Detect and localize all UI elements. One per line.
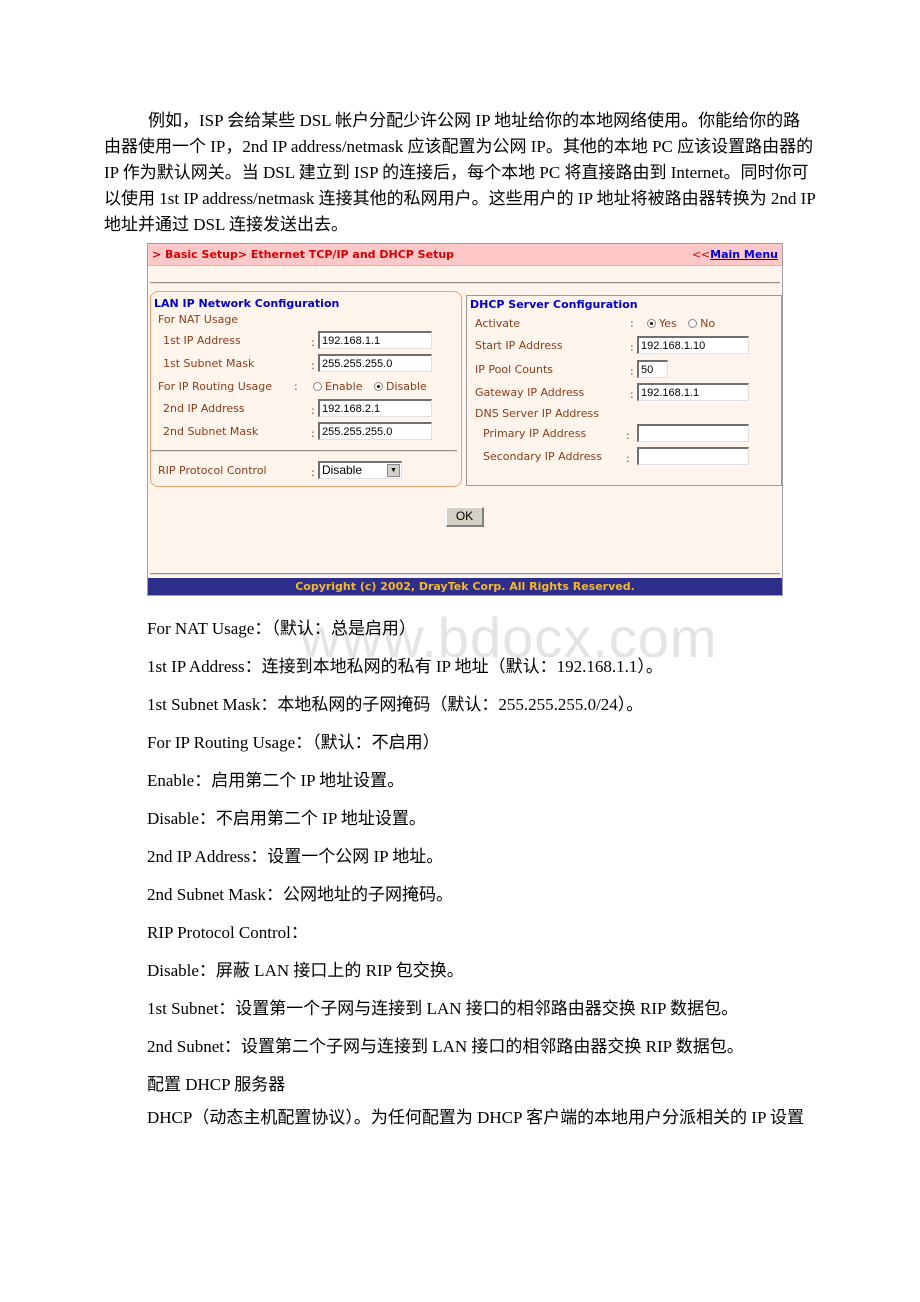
desc-rip-subnet2: 2nd Subnet：设置第二个子网与连接到 LAN 接口的相邻路由器交换 RI… [147, 1037, 744, 1056]
divider [150, 573, 780, 575]
copyright-footer: Copyright (c) 2002, DrayTek Corp. All Ri… [148, 578, 782, 595]
router-setup-panel: > Basic Setup> Ethernet TCP/IP and DHCP … [147, 243, 783, 596]
dns-label: DNS Server IP Address [475, 407, 599, 420]
routing-disable-radio[interactable] [373, 381, 383, 391]
dhcp-config-section: DHCP Server Configuration Activate : Yes… [466, 295, 782, 486]
rip-label: RIP Protocol Control [158, 464, 267, 477]
colon: : [630, 317, 634, 330]
breadcrumb: > Basic Setup> Ethernet TCP/IP and DHCP … [152, 248, 455, 261]
colon: : [626, 429, 630, 442]
colon: : [311, 359, 315, 372]
activate-yes-label: Yes [659, 317, 677, 330]
closing-paragraph: DHCP（动态主机配置协议）。为任何配置为 DHCP 客户端的本地用户分派相关的… [147, 1108, 805, 1127]
mask2-label: 2nd Subnet Mask [163, 425, 259, 438]
colon: : [626, 452, 630, 465]
primary-dns-label: Primary IP Address [483, 427, 587, 440]
colon: : [630, 341, 634, 354]
pool-count-input[interactable]: 50 [637, 360, 668, 378]
intro-paragraph: 例如，ISP 会给某些 DSL 帐户分配少许公网 IP 地址给你的本地网络使用。… [104, 111, 816, 234]
main-menu-link[interactable]: Main Menu [710, 248, 778, 261]
start-ip-label: Start IP Address [475, 339, 563, 352]
nat-usage-label: For NAT Usage [158, 313, 239, 326]
main-menu-nav: <<Main Menu [692, 248, 778, 261]
rip-select[interactable]: Disable ▼ [318, 461, 402, 479]
activate-radio-group: Yes No [647, 317, 715, 330]
primary-dns-input[interactable] [637, 424, 749, 442]
desc-rip-subnet1: 1st Subnet：设置第一个子网与连接到 LAN 接口的相邻路由器交换 RI… [147, 999, 739, 1018]
colon: : [311, 466, 315, 479]
colon: : [630, 388, 634, 401]
back-arrows-icon: << [691, 248, 711, 261]
routing-enable-label: Enable [325, 380, 363, 393]
lan-section-title: LAN IP Network Configuration [154, 297, 340, 310]
secondary-dns-input[interactable] [637, 447, 749, 465]
desc-nat-usage: For NAT Usage：（默认：总是启用） [147, 619, 416, 638]
desc-rip-control: RIP Protocol Control： [147, 923, 308, 942]
rip-select-value: Disable [322, 463, 363, 477]
desc-ip2: 2nd IP Address：设置一个公网 IP 地址。 [147, 847, 444, 866]
activate-no-radio[interactable] [688, 318, 698, 328]
activate-yes-radio[interactable] [647, 318, 656, 328]
colon: : [311, 427, 315, 440]
desc-disable: Disable：不启用第二个 IP 地址设置。 [147, 809, 426, 828]
routing-disable-label: Disable [385, 380, 427, 393]
heading-dhcp-config: 配置 DHCP 服务器 [147, 1075, 286, 1094]
dhcp-section-title: DHCP Server Configuration [470, 298, 638, 311]
ip2-label: 2nd IP Address [163, 402, 245, 415]
desc-mask1: 1st Subnet Mask：本地私网的子网掩码（默认：255.255.255… [147, 695, 644, 714]
activate-no-label: No [700, 317, 716, 330]
panel-header: > Basic Setup> Ethernet TCP/IP and DHCP … [148, 244, 782, 266]
divider [151, 450, 457, 452]
ip2-input[interactable]: 192.168.2.1 [318, 399, 432, 417]
lan-config-section: LAN IP Network Configuration For NAT Usa… [150, 291, 462, 487]
desc-mask2: 2nd Subnet Mask：公网地址的子网掩码。 [147, 885, 453, 904]
gateway-input[interactable]: 192.168.1.1 [637, 383, 749, 401]
colon: : [294, 380, 298, 393]
activate-label: Activate [475, 317, 521, 330]
mask2-input[interactable]: 255.255.255.0 [318, 422, 432, 440]
ok-button[interactable]: OK [446, 507, 484, 527]
mask1-label: 1st Subnet Mask [163, 357, 255, 370]
colon: : [311, 404, 315, 417]
ip1-label: 1st IP Address [163, 334, 241, 347]
routing-radio-group: Enable Disable [313, 380, 427, 393]
routing-enable-radio[interactable] [313, 381, 322, 391]
desc-routing-usage: For IP Routing Usage：（默认：不启用） [147, 733, 440, 752]
routing-usage-label: For IP Routing Usage [158, 380, 273, 393]
desc-ip1: 1st IP Address：连接到本地私网的私有 IP 地址（默认：192.1… [147, 657, 663, 676]
mask1-input[interactable]: 255.255.255.0 [318, 354, 432, 372]
desc-rip-disable: Disable：屏蔽 LAN 接口上的 RIP 包交换。 [147, 961, 464, 980]
ip1-input[interactable]: 192.168.1.1 [318, 331, 432, 349]
start-ip-input[interactable]: 192.168.1.10 [637, 336, 749, 354]
divider [150, 282, 780, 284]
gateway-label: Gateway IP Address [475, 386, 585, 399]
colon: : [630, 365, 634, 378]
secondary-dns-label: Secondary IP Address [483, 450, 602, 463]
colon: : [311, 336, 315, 349]
desc-enable: Enable：启用第二个 IP 地址设置。 [147, 771, 405, 790]
dropdown-arrow-icon[interactable]: ▼ [387, 464, 400, 477]
pool-count-label: IP Pool Counts [475, 363, 554, 376]
